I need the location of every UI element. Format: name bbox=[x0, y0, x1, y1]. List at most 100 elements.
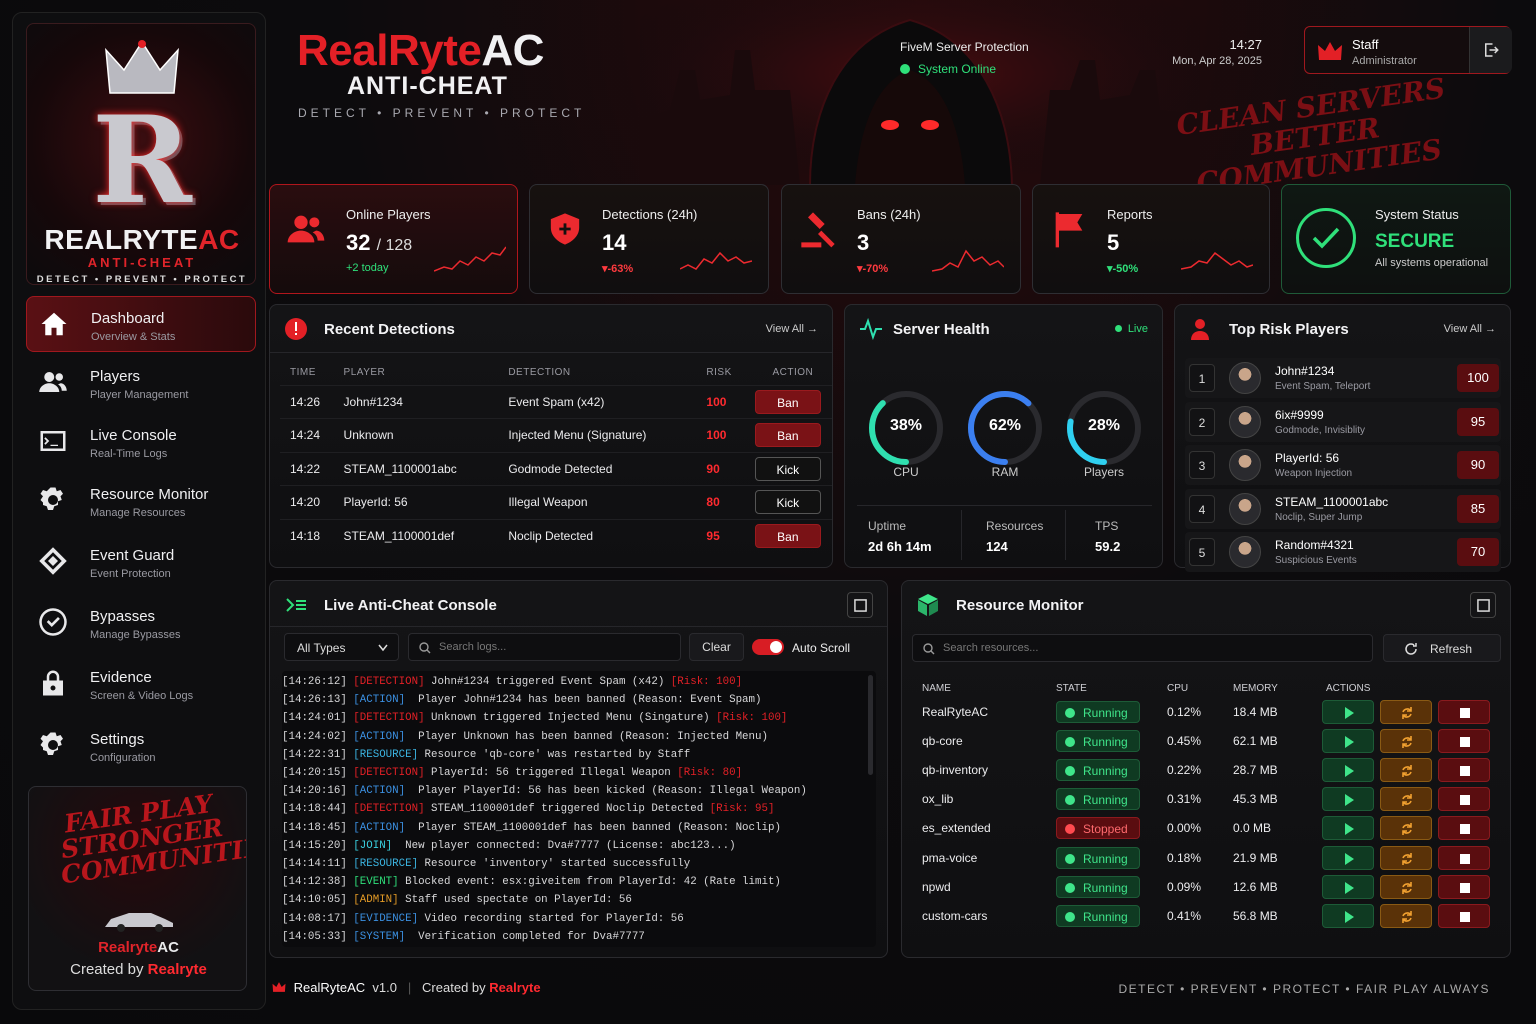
server-label: FiveM Server Protection bbox=[900, 40, 1029, 54]
restart-button[interactable] bbox=[1380, 699, 1432, 724]
start-button[interactable] bbox=[1322, 845, 1374, 870]
cell-memory: 12.6 MB bbox=[1233, 879, 1278, 894]
column-header: STATE bbox=[1056, 682, 1087, 694]
table-row: custom-cars Running 0.41% 56.8 MB bbox=[912, 901, 1502, 930]
play-icon bbox=[1345, 735, 1354, 748]
restart-button[interactable] bbox=[1380, 757, 1432, 782]
start-button[interactable] bbox=[1322, 816, 1374, 841]
start-button[interactable] bbox=[1322, 728, 1374, 753]
clear-button[interactable]: Clear bbox=[689, 633, 744, 661]
expand-button[interactable] bbox=[1470, 592, 1496, 618]
top-risk-panel: Top Risk Players View All → 1 John#1234 … bbox=[1174, 304, 1511, 573]
log-line: [14:10:05] [ADMIN] Staff used spectate o… bbox=[282, 894, 632, 907]
start-button[interactable] bbox=[1322, 787, 1374, 812]
start-button[interactable] bbox=[1322, 874, 1374, 899]
rank-badge: 4 bbox=[1189, 494, 1215, 523]
player-name: John#1234 bbox=[1275, 364, 1335, 378]
risk-player-row[interactable]: 1 John#1234 Event Spam, Teleport 100 bbox=[1185, 358, 1501, 398]
stop-button[interactable] bbox=[1438, 903, 1490, 928]
autoscroll-toggle[interactable] bbox=[752, 639, 784, 655]
risk-player-row[interactable]: 5 Random#4321 Suspicious Events 70 bbox=[1185, 532, 1501, 573]
table-row: npwd Running 0.09% 12.6 MB bbox=[912, 872, 1502, 901]
stop-button[interactable] bbox=[1438, 787, 1490, 812]
stop-button[interactable] bbox=[1438, 816, 1490, 841]
log-search-input[interactable]: Search logs... bbox=[408, 633, 681, 661]
restart-icon bbox=[1402, 764, 1412, 777]
log-line: [14:24:02] [ACTION] Player Unknown has b… bbox=[282, 730, 768, 743]
restart-button[interactable] bbox=[1380, 845, 1432, 870]
check-circle-icon bbox=[39, 608, 67, 636]
risk-score: 70 bbox=[1457, 538, 1499, 567]
stat-label: System Status bbox=[1375, 207, 1459, 222]
cell-risk: 80 bbox=[696, 485, 744, 519]
ban-button[interactable]: Ban bbox=[754, 389, 821, 414]
risk-player-row[interactable]: 2 6ix#9999 Godmode, Invisiblity 95 bbox=[1185, 401, 1501, 442]
kick-button[interactable]: Kick bbox=[754, 456, 821, 481]
cell-memory: 21.9 MB bbox=[1233, 850, 1278, 865]
console-panel: Live Anti-Cheat Console All Types Search… bbox=[269, 580, 888, 958]
status-badge: Running bbox=[1056, 904, 1140, 927]
ban-button[interactable]: Ban bbox=[754, 423, 821, 448]
stop-button[interactable] bbox=[1438, 728, 1490, 753]
log-type-select[interactable]: All Types bbox=[284, 633, 399, 661]
player-name: Random#4321 bbox=[1275, 538, 1354, 553]
column-header: TIME bbox=[290, 367, 316, 379]
view-all-link[interactable]: View All → bbox=[766, 323, 818, 335]
logout-button[interactable] bbox=[1469, 27, 1512, 73]
panel-title: Server Health bbox=[893, 321, 990, 338]
sidebar-item-sub: Manage Bypasses bbox=[90, 629, 181, 641]
sidebar-item-event-guard[interactable]: Event Guard Event Protection bbox=[26, 534, 256, 590]
stop-button[interactable] bbox=[1438, 874, 1490, 899]
sidebar-item-resource-monitor[interactable]: Resource Monitor Manage Resources bbox=[26, 473, 256, 529]
resource-search-input[interactable]: Search resources... bbox=[912, 634, 1373, 662]
cell-name: qb-inventory bbox=[922, 762, 989, 777]
cell-player: John#1234 bbox=[333, 384, 499, 419]
stat-value: SECURE bbox=[1375, 231, 1455, 252]
detections-table: TIME PLAYER DETECTION RISK ACTION 14:26 … bbox=[280, 361, 832, 553]
avatar bbox=[1229, 405, 1261, 438]
restart-button[interactable] bbox=[1380, 787, 1432, 812]
view-all-link[interactable]: View All → bbox=[1444, 323, 1496, 335]
risk-player-row[interactable]: 3 PlayerId: 56 Weapon Injection 90 bbox=[1185, 445, 1501, 486]
status-badge: Running bbox=[1056, 729, 1140, 752]
avatar bbox=[1229, 362, 1261, 394]
stop-button[interactable] bbox=[1438, 757, 1490, 782]
cell-cpu: 0.31% bbox=[1167, 792, 1202, 807]
sidebar-item-settings[interactable]: Settings Configuration bbox=[26, 718, 256, 774]
sidebar-item-label: Live Console bbox=[90, 427, 177, 444]
user-menu[interactable]: Staff Administrator bbox=[1304, 26, 1512, 74]
gear-icon bbox=[40, 487, 63, 510]
risk-player-row[interactable]: 4 STEAM_1100001abc Noclip, Super Jump 85 bbox=[1185, 488, 1501, 529]
sidebar-item-evidence[interactable]: Evidence Screen & Video Logs bbox=[26, 656, 256, 712]
stat-value: 3 bbox=[857, 230, 870, 255]
restart-icon bbox=[1402, 706, 1412, 719]
gauge-value: 62% bbox=[988, 417, 1022, 434]
live-badge: Live bbox=[1114, 323, 1148, 335]
start-button[interactable] bbox=[1322, 903, 1374, 928]
sidebar-item-live-console[interactable]: Live Console Real-Time Logs bbox=[26, 414, 256, 470]
table-row: es_extended Stopped 0.00% 0.0 MB bbox=[912, 814, 1502, 843]
stop-button[interactable] bbox=[1438, 699, 1490, 724]
sidebar-item-dashboard[interactable]: Dashboard Overview & Stats bbox=[26, 296, 256, 352]
stop-button[interactable] bbox=[1438, 845, 1490, 870]
scrollbar[interactable] bbox=[868, 675, 873, 775]
logout-icon bbox=[1485, 43, 1499, 57]
restart-button[interactable] bbox=[1380, 874, 1432, 899]
ban-button[interactable]: Ban bbox=[754, 524, 821, 548]
restart-button[interactable] bbox=[1380, 903, 1432, 928]
users-icon bbox=[287, 215, 325, 243]
sidebar-item-bypasses[interactable]: Bypasses Manage Bypasses bbox=[26, 595, 256, 651]
start-button[interactable] bbox=[1322, 757, 1374, 782]
sidebar-item-players[interactable]: Players Player Management bbox=[26, 355, 256, 411]
chevron-down-icon bbox=[378, 644, 388, 652]
restart-button[interactable] bbox=[1380, 816, 1432, 841]
kick-button[interactable]: Kick bbox=[754, 490, 821, 515]
start-button[interactable] bbox=[1322, 699, 1374, 724]
restart-button[interactable] bbox=[1380, 728, 1432, 753]
crown-icon bbox=[105, 40, 179, 94]
panel-header: Resource Monitor bbox=[902, 581, 1510, 627]
refresh-button[interactable]: Refresh bbox=[1383, 634, 1501, 662]
sidebar-item-sub: Event Protection bbox=[90, 568, 171, 580]
expand-button[interactable] bbox=[847, 592, 873, 618]
stop-icon bbox=[1460, 707, 1470, 718]
